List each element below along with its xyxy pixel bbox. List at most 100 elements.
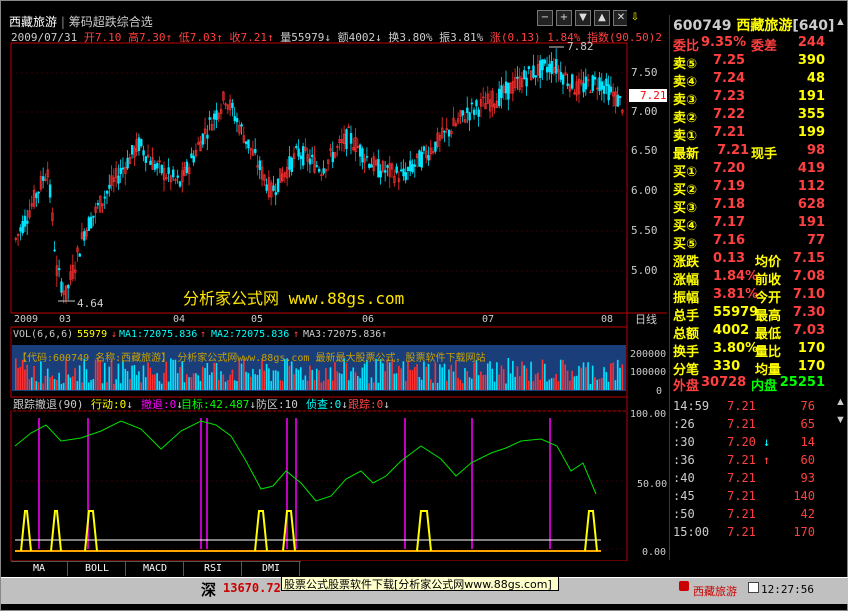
volume-bar [208, 374, 211, 390]
volume-bar [204, 367, 206, 390]
volume-bar [596, 379, 598, 390]
candle-body [593, 76, 597, 80]
volume-bar [163, 372, 165, 390]
volume-bar [17, 367, 19, 390]
candle-body [247, 139, 250, 149]
volume-bar [411, 370, 414, 390]
volume-bar [486, 363, 489, 390]
candle-body [541, 59, 544, 71]
volume-bar [445, 380, 448, 390]
volume-bar [131, 365, 133, 390]
volume-bar [103, 362, 106, 390]
volume-bar [190, 377, 193, 390]
candle-body [258, 160, 262, 171]
volume-bar [279, 380, 282, 390]
volume-bar [377, 382, 380, 390]
candle-body [555, 59, 558, 74]
tab-boll[interactable]: BOLL [69, 562, 126, 576]
tab-dmi[interactable]: DMI [243, 562, 300, 576]
candle-body [190, 153, 193, 159]
volume-bar [393, 373, 396, 390]
volume-bar [306, 380, 309, 390]
ind-p4: 防区:10 [256, 397, 298, 411]
volume-bar [368, 383, 370, 390]
volume-bar [42, 383, 44, 390]
volume-bar [423, 361, 425, 390]
volume-bar [569, 380, 571, 390]
candle-body [192, 155, 195, 163]
volume-bar [550, 378, 553, 390]
ask-row-5: 卖⑤ 7.25 390 [673, 53, 825, 72]
volume-bar [144, 377, 147, 390]
volume-bar [126, 371, 129, 390]
status-scroll-ticker[interactable]: 股票公式股票软件下载[分析家公式网www.88gs.com] [281, 576, 559, 591]
volume-bar [28, 379, 31, 390]
volume-bar [160, 383, 163, 390]
candle-body [130, 145, 134, 155]
volume-bar [217, 379, 220, 390]
low-mark-label: 4.64 [77, 297, 104, 310]
volume-bar [491, 368, 494, 390]
price-panel-border [10, 42, 628, 314]
quote-code-suffix: [640] [792, 18, 835, 34]
volume-bar [459, 379, 462, 390]
candle-body [231, 102, 234, 108]
volume-bar [231, 369, 234, 390]
candle-body [532, 65, 535, 78]
volume-bar [500, 365, 503, 390]
volume-bar [322, 380, 325, 390]
high-mark-label: 7.82 [567, 40, 594, 53]
volume-bar [115, 379, 117, 390]
candle-body [461, 110, 464, 116]
tab-rsi[interactable]: RSI [185, 562, 242, 576]
candle-body [301, 146, 305, 166]
ind-tick-100: 100.00 [630, 409, 666, 420]
volume-bar [119, 383, 122, 390]
status-alert-icon [679, 581, 689, 591]
volume-bar [211, 372, 213, 390]
candle-body [308, 158, 312, 165]
volume-bar [213, 362, 215, 390]
volume-bar [176, 373, 179, 390]
stat-row-4: 总额 4002 最低 7.03 [673, 323, 825, 342]
status-index: 13670.72 [223, 581, 281, 595]
volume-bar [395, 373, 398, 390]
scroll-up-icon[interactable]: ▲ [835, 16, 846, 28]
volume-bar [416, 363, 418, 390]
period-label[interactable]: 日线 [635, 312, 657, 326]
candle-body [582, 83, 585, 93]
volume-bar [407, 360, 409, 390]
volume-bar [582, 362, 585, 390]
volume-bar [92, 379, 95, 390]
volume-bar [448, 369, 450, 390]
volume-bar [363, 363, 366, 390]
candle-body [119, 168, 122, 174]
candle-body [475, 100, 478, 107]
volume-bar [272, 370, 275, 390]
candle-body [548, 63, 551, 73]
volume-bar [559, 359, 562, 390]
volume-bar [580, 367, 583, 390]
tab-macd[interactable]: MACD [127, 562, 184, 576]
volume-bar [277, 371, 279, 390]
tab-ma[interactable]: MA [11, 562, 68, 576]
volume-bar [372, 382, 375, 390]
candle-body [472, 109, 476, 115]
volume-bar [505, 383, 507, 390]
quote-header: 600749 西藏旅游[640] [673, 15, 834, 35]
candle-body [598, 77, 601, 92]
volume-bar [313, 380, 316, 390]
volume-bar [78, 365, 81, 390]
volume-bar [429, 379, 432, 390]
chart-area[interactable]: 7.50 7.00 6.50 6.00 5.50 5.00 7.21 7.82 … [1, 1, 669, 561]
x-tick-06: 06 [362, 314, 374, 325]
candle-body [345, 129, 348, 150]
volume-bar [475, 360, 478, 390]
scroll-down-icon[interactable]: ▼ [835, 414, 846, 426]
volume-bar [179, 366, 181, 390]
volume-bar [334, 362, 336, 390]
scroll-up-icon-2[interactable]: ▲ [835, 396, 846, 408]
candle-body [504, 81, 508, 94]
volume-bar [195, 373, 197, 390]
candle-body [420, 151, 423, 168]
